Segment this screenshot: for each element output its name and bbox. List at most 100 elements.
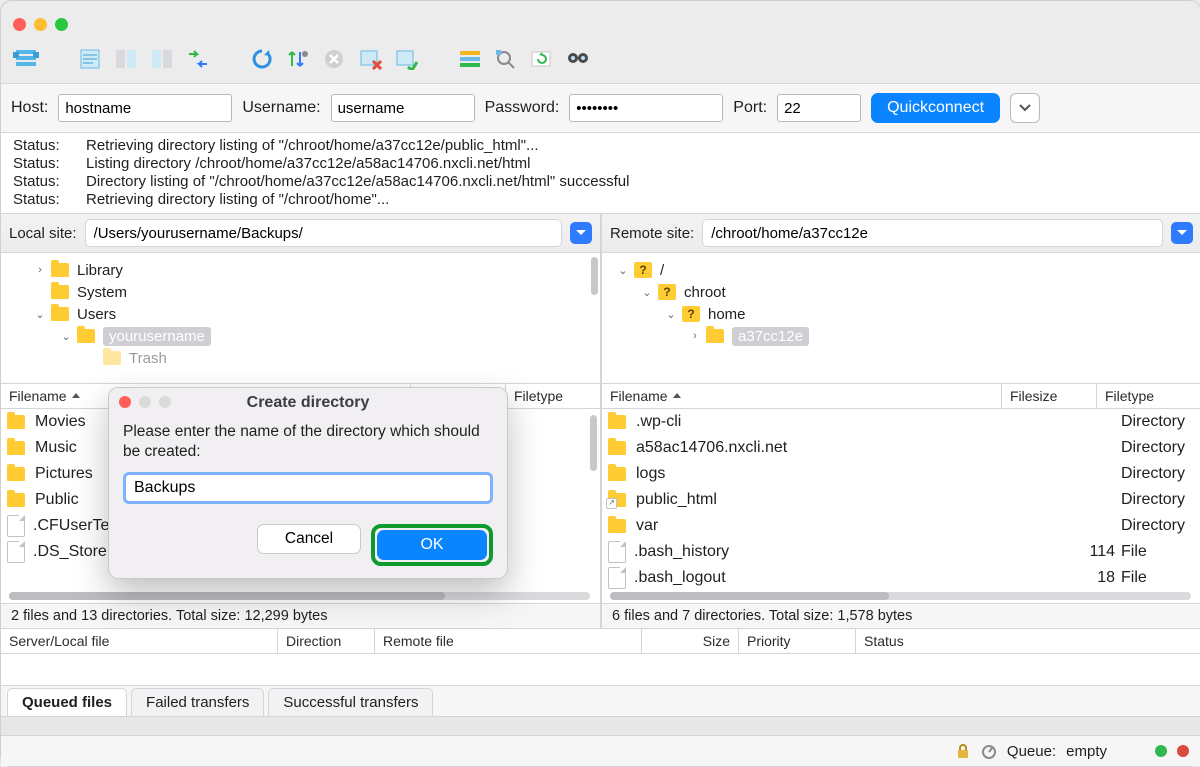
list-item[interactable]: varDirectory (602, 513, 1200, 539)
tree-item-label[interactable]: yourusername (103, 327, 211, 346)
speed-limit-icon[interactable] (981, 743, 997, 759)
remote-pane: Remote site: ⌄?/ ⌄?chroot ⌄?home ›a37cc1… (602, 214, 1200, 628)
folder-icon (51, 285, 69, 299)
directory-compare-icon[interactable] (491, 46, 521, 72)
local-site-label: Local site: (9, 225, 77, 242)
traffic-light-minimize-icon[interactable] (34, 18, 47, 31)
file-icon (7, 541, 25, 563)
log-text: Retrieving directory listing of "/chroot… (86, 137, 539, 155)
remote-file-header: Filename Filesize Filetype (602, 384, 1200, 409)
remote-site-dropdown-icon[interactable] (1171, 222, 1193, 244)
list-item[interactable]: a58ac14706.nxcli.netDirectory (602, 435, 1200, 461)
ok-button[interactable]: OK (377, 530, 487, 560)
tab-successful-transfers[interactable]: Successful transfers (268, 688, 433, 716)
expand-icon[interactable]: ⌄ (640, 286, 654, 299)
scrollbar-horizontal[interactable] (610, 592, 1191, 600)
scrollbar-thumb[interactable] (590, 415, 597, 471)
file-filter-icon[interactable] (455, 46, 485, 72)
tab-failed-transfers[interactable]: Failed transfers (131, 688, 264, 716)
list-item[interactable]: .bash_logout18File (602, 565, 1200, 591)
scrollbar-thumb[interactable] (591, 257, 598, 295)
refresh-icon[interactable] (247, 46, 277, 72)
tree-item-label[interactable]: System (77, 284, 127, 301)
file-icon (608, 567, 626, 589)
tree-item-label[interactable]: Library (77, 262, 123, 279)
col-filetype[interactable]: Filetype (506, 384, 592, 408)
list-item[interactable]: .bash_history114File (602, 539, 1200, 565)
window-titlebar (1, 1, 1200, 39)
expand-icon[interactable]: ⌄ (616, 264, 630, 277)
scrollbar-horizontal[interactable] (9, 592, 590, 600)
tree-item-label[interactable]: home (708, 306, 746, 323)
folder-icon (51, 307, 69, 321)
folder-icon (608, 519, 626, 533)
remote-status: 6 files and 7 directories. Total size: 1… (602, 603, 1200, 628)
tree-item-label[interactable]: / (660, 262, 664, 279)
col-filesize[interactable]: Filesize (1002, 384, 1097, 408)
dialog-prompt: Please enter the name of the directory w… (123, 422, 493, 462)
folder-icon (608, 415, 626, 429)
tree-item-label[interactable]: Trash (129, 350, 167, 367)
local-site-input[interactable] (85, 219, 562, 247)
cancel-button[interactable]: Cancel (257, 524, 361, 554)
expand-icon[interactable]: ⌄ (59, 330, 73, 343)
list-item[interactable]: .wp-cliDirectory (602, 409, 1200, 435)
local-tree[interactable]: › Library System ⌄ Users ⌄ yourusername Tra… (1, 253, 600, 384)
col-filename[interactable]: Filename (602, 384, 1002, 408)
port-input[interactable] (777, 94, 861, 122)
expand-icon[interactable]: ⌄ (33, 308, 47, 321)
tree-item-label[interactable]: Users (77, 306, 116, 323)
status-bar: Queue: empty (1, 735, 1200, 766)
sync-browsing-icon[interactable] (527, 46, 557, 72)
folder-icon (7, 415, 25, 429)
folder-link-icon: ↗ (608, 493, 626, 507)
toggle-log-icon[interactable] (75, 46, 105, 72)
remote-site-input[interactable] (702, 219, 1163, 247)
disconnect-icon[interactable] (355, 46, 385, 72)
list-item[interactable]: ↗public_htmlDirectory (602, 487, 1200, 513)
quickconnect-button[interactable]: Quickconnect (871, 93, 1000, 123)
log-text: Directory listing of "/chroot/home/a37cc… (86, 173, 629, 191)
remote-file-list[interactable]: .wp-cliDirectory a58ac14706.nxcli.netDir… (602, 409, 1200, 603)
lock-icon (955, 743, 971, 759)
col-remote-file[interactable]: Remote file (375, 629, 642, 653)
col-filetype[interactable]: Filetype (1097, 384, 1193, 408)
toggle-local-tree-icon[interactable] (111, 46, 141, 72)
local-site-dropdown-icon[interactable] (570, 222, 592, 244)
list-item[interactable]: logsDirectory (602, 461, 1200, 487)
process-queue-icon[interactable] (283, 46, 313, 72)
file-icon (7, 515, 25, 537)
toggle-transfer-queue-icon[interactable] (183, 46, 213, 72)
log-label: Status: (13, 155, 68, 173)
expand-icon[interactable]: › (688, 330, 702, 342)
username-input[interactable] (331, 94, 475, 122)
expand-icon[interactable]: ⌄ (664, 308, 678, 321)
col-status[interactable]: Status (856, 629, 1193, 653)
search-icon[interactable] (563, 46, 593, 72)
col-direction[interactable]: Direction (278, 629, 375, 653)
tab-queued-files[interactable]: Queued files (7, 688, 127, 716)
toggle-remote-tree-icon[interactable] (147, 46, 177, 72)
col-server-file[interactable]: Server/Local file (1, 629, 278, 653)
reconnect-icon[interactable] (391, 46, 421, 72)
remote-tree[interactable]: ⌄?/ ⌄?chroot ⌄?home ›a37cc12e (602, 253, 1200, 384)
tree-item-label[interactable]: a37cc12e (732, 327, 809, 346)
quickconnect-history-button[interactable] (1010, 93, 1040, 123)
directory-name-input[interactable] (123, 472, 493, 504)
col-size[interactable]: Size (642, 629, 739, 653)
traffic-light-zoom-icon[interactable] (55, 18, 68, 31)
site-manager-icon[interactable] (11, 46, 41, 72)
main-toolbar (1, 39, 1200, 84)
cancel-icon[interactable] (319, 46, 349, 72)
expand-icon[interactable]: › (33, 264, 47, 276)
col-priority[interactable]: Priority (739, 629, 856, 653)
create-directory-dialog: Create directory Please enter the name o… (108, 387, 508, 579)
traffic-light-close-icon[interactable] (13, 18, 26, 31)
tree-item-label[interactable]: chroot (684, 284, 726, 301)
log-text: Listing directory /chroot/home/a37cc12e/… (86, 155, 530, 173)
password-input[interactable] (569, 94, 723, 122)
dialog-close-icon[interactable] (119, 396, 131, 408)
local-status: 2 files and 13 directories. Total size: … (1, 603, 600, 628)
message-log[interactable]: Status: Retrieving directory listing of "… (1, 133, 1200, 214)
host-input[interactable] (58, 94, 232, 122)
